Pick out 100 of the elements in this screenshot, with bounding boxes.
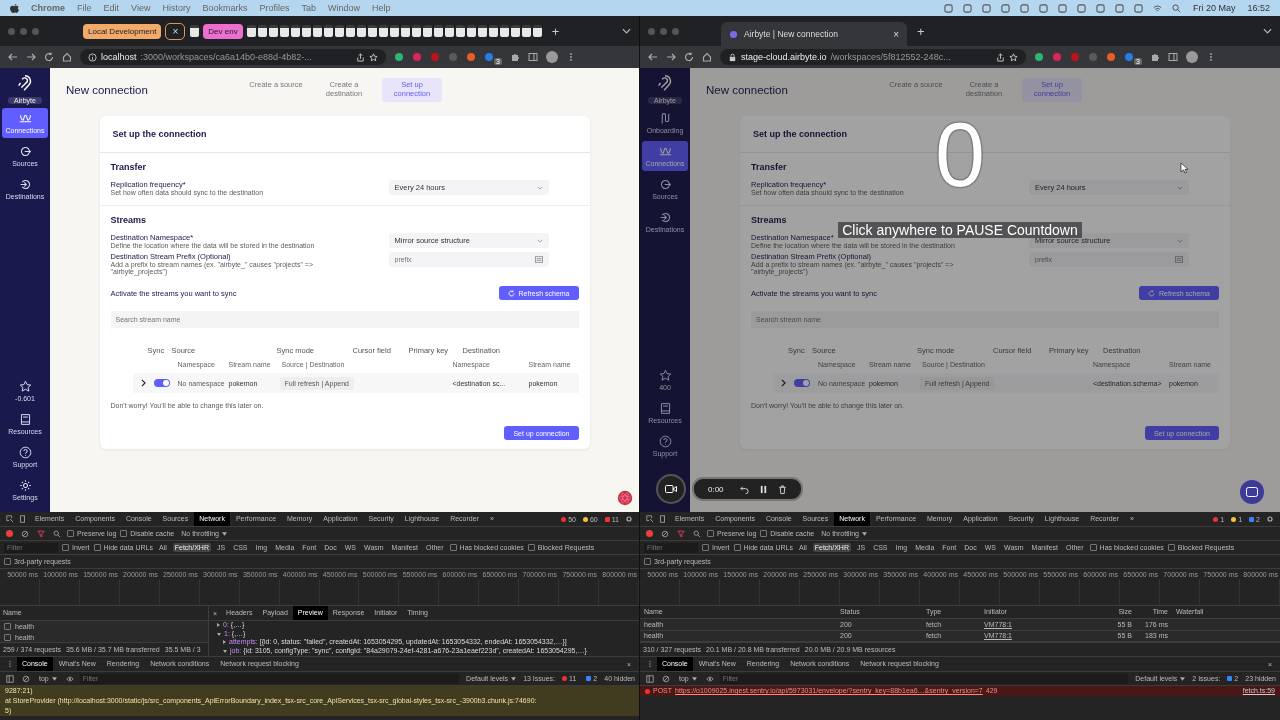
address-bar[interactable]: stage-cloud.airbyte.io /workspaces/5f812552-248c... — [720, 49, 1026, 65]
undo-icon[interactable] — [739, 484, 749, 494]
wifi-icon[interactable] — [1152, 3, 1162, 13]
sync-toggle[interactable] — [794, 379, 810, 387]
side-panel-icon[interactable] — [527, 52, 538, 62]
search-icon[interactable] — [1171, 3, 1181, 13]
address-bar[interactable]: localhost :3000/workspaces/ca6a14b0-e88d-4b82-... — [80, 49, 386, 65]
search-icon[interactable] — [53, 529, 61, 538]
chevron-down-icon[interactable] — [1263, 28, 1272, 34]
tab-favicon-icon[interactable] — [356, 25, 366, 37]
tab-favicon-icon[interactable] — [477, 25, 487, 37]
eye-icon[interactable] — [705, 674, 714, 683]
tab-favicon-icon[interactable] — [334, 25, 344, 37]
menu-item[interactable]: File — [77, 3, 92, 13]
tab-favicon-icon[interactable] — [499, 25, 509, 37]
device-icon[interactable] — [659, 515, 667, 523]
info-icon[interactable] — [88, 52, 97, 62]
star-icon[interactable] — [1009, 52, 1018, 62]
atom-icon[interactable] — [617, 490, 633, 506]
menu-bar-clock[interactable]: 16:52 — [1247, 3, 1270, 13]
trash-icon[interactable] — [777, 484, 787, 494]
filter-icon[interactable] — [677, 529, 685, 538]
tab-favicon-icon[interactable] — [488, 25, 498, 37]
tab-favicon-icon[interactable] — [389, 25, 399, 37]
clear-icon[interactable] — [22, 674, 30, 683]
home-icon[interactable] — [702, 52, 712, 62]
tab-favicon-icon[interactable] — [455, 25, 465, 37]
settings-icon[interactable] — [1266, 515, 1274, 523]
tab-favicon-icon[interactable] — [312, 25, 322, 37]
menu-item[interactable]: Profiles — [259, 3, 290, 13]
chevron-down-icon[interactable] — [622, 28, 631, 34]
tab-favicon-icon[interactable] — [422, 25, 432, 37]
lock-icon[interactable] — [728, 52, 737, 62]
new-tab-button[interactable]: + — [917, 23, 925, 39]
tab-favicon-icon[interactable] — [323, 25, 333, 37]
profile-avatar[interactable] — [545, 51, 558, 63]
puzzle-icon[interactable] — [509, 52, 520, 62]
logo-icon[interactable] — [656, 74, 674, 92]
clear-icon[interactable] — [662, 674, 670, 683]
sidebar-icon[interactable] — [646, 674, 654, 683]
device-icon[interactable] — [19, 515, 27, 523]
back-icon[interactable] — [648, 52, 658, 62]
pause-icon[interactable] — [758, 484, 768, 494]
tab-group-chip[interactable]: Dev env — [203, 23, 243, 39]
reload-icon[interactable] — [684, 52, 694, 62]
settings-icon[interactable] — [625, 515, 633, 523]
forward-icon[interactable] — [26, 52, 36, 62]
tab-favicon-icon[interactable] — [400, 25, 410, 37]
menu-item[interactable]: Window — [327, 3, 360, 13]
record-icon[interactable] — [6, 530, 13, 537]
inspect-icon[interactable] — [6, 515, 14, 523]
tab-favicon-icon[interactable] — [290, 25, 300, 37]
browser-tab[interactable]: Airbyte | New connection × — [721, 22, 907, 46]
clear-icon[interactable] — [21, 529, 29, 538]
menu-item[interactable]: History — [162, 3, 191, 13]
tab-favicon-icon[interactable] — [510, 25, 520, 37]
close-tab-button[interactable]: × — [165, 22, 186, 40]
profile-avatar[interactable] — [1185, 51, 1198, 63]
tab-favicon-icon[interactable] — [378, 25, 388, 37]
filter-icon[interactable] — [37, 529, 45, 538]
tab-favicon-icon[interactable] — [367, 25, 377, 37]
tab-favicon-icon[interactable] — [257, 25, 267, 37]
tab-favicon-icon[interactable] — [466, 25, 476, 37]
chevron-right-icon[interactable] — [140, 379, 146, 387]
search-icon[interactable] — [693, 529, 701, 538]
puzzle-icon[interactable] — [1149, 52, 1160, 62]
tab-favicon-icon[interactable] — [301, 25, 311, 37]
more-menu-icon[interactable] — [6, 660, 14, 668]
tab-favicon-icon[interactable] — [345, 25, 355, 37]
tab-favicon-icon[interactable] — [279, 25, 289, 37]
menu-item[interactable]: Help — [372, 3, 391, 13]
share-icon[interactable] — [996, 52, 1005, 62]
logo-icon[interactable] — [16, 74, 34, 92]
sync-toggle[interactable] — [153, 379, 170, 387]
app-menu[interactable]: Chrome — [31, 3, 65, 13]
reload-icon[interactable] — [44, 52, 54, 62]
tab-favicon-icon[interactable] — [246, 25, 256, 37]
back-icon[interactable] — [8, 52, 18, 62]
star-icon[interactable] — [369, 52, 378, 62]
apple-icon[interactable] — [10, 2, 19, 14]
inspect-icon[interactable] — [646, 515, 654, 523]
chevron-right-icon[interactable] — [781, 379, 786, 387]
forward-icon[interactable] — [666, 52, 676, 62]
menu-bar-date[interactable]: Fri 20 May — [1192, 3, 1236, 13]
menu-item[interactable]: Edit — [103, 3, 120, 13]
tab-favicon-icon[interactable] — [411, 25, 421, 37]
menu-item[interactable]: View — [131, 3, 151, 13]
new-tab-button[interactable]: + — [551, 23, 560, 39]
tab-favicon-icon[interactable] — [444, 25, 454, 37]
record-icon[interactable] — [646, 530, 653, 537]
tab-favicon-icon[interactable] — [268, 25, 278, 37]
menu-item[interactable]: Tab — [301, 3, 316, 13]
tab-favicon-icon[interactable] — [532, 25, 542, 37]
tab-favicon-icon[interactable] — [521, 25, 531, 37]
tab-favicon-icon[interactable] — [433, 25, 443, 37]
eye-icon[interactable] — [65, 674, 74, 683]
home-icon[interactable] — [62, 52, 72, 62]
share-icon[interactable] — [356, 52, 365, 62]
sidebar-icon[interactable] — [6, 674, 14, 683]
more-menu-icon[interactable] — [646, 660, 654, 668]
